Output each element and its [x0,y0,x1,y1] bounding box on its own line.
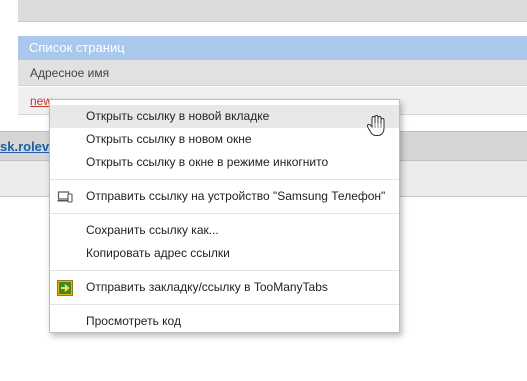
top-strip [18,0,527,22]
menu-item-label: Открыть ссылку в окне в режиме инкогнито [86,155,329,169]
menu-item-send-to-device[interactable]: Отправить ссылку на устройство "Samsung … [50,185,399,208]
toomanytabs-extension-icon [57,280,73,296]
menu-item-copy-link-address[interactable]: Копировать адрес ссылки [50,242,399,265]
menu-item-open-new-window[interactable]: Открыть ссылку в новом окне [50,128,399,151]
menu-separator [50,270,399,271]
menu-item-open-new-tab[interactable]: Открыть ссылку в новой вкладке [50,105,399,128]
page-list-header: Список страниц [18,36,527,60]
menu-item-inspect[interactable]: Просмотреть код [50,310,399,333]
hand-cursor-icon [366,114,388,138]
menu-item-label: Открыть ссылку в новой вкладке [86,109,270,123]
menu-item-label: Отправить ссылку на устройство "Samsung … [86,189,386,203]
menu-item-send-to-toomanytabs[interactable]: Отправить закладку/ссылку в TooManyTabs [50,276,399,299]
context-menu: Открыть ссылку в новой вкладке Открыть с… [49,99,400,333]
menu-item-label: Просмотреть код [86,314,181,328]
menu-item-open-incognito[interactable]: Открыть ссылку в окне в режиме инкогнито [50,151,399,174]
menu-separator [50,304,399,305]
menu-item-label: Отправить закладку/ссылку в TooManyTabs [86,280,328,294]
send-to-device-icon [57,189,73,205]
column-header-address-name: Адресное имя [18,60,527,86]
menu-separator [50,179,399,180]
menu-item-label: Сохранить ссылку как... [86,223,219,237]
site-link[interactable]: sk.rolev [0,139,49,154]
menu-item-label: Копировать адрес ссылки [86,246,230,260]
menu-item-label: Открыть ссылку в новом окне [86,132,252,146]
menu-separator [50,213,399,214]
menu-item-save-link-as[interactable]: Сохранить ссылку как... [50,219,399,242]
